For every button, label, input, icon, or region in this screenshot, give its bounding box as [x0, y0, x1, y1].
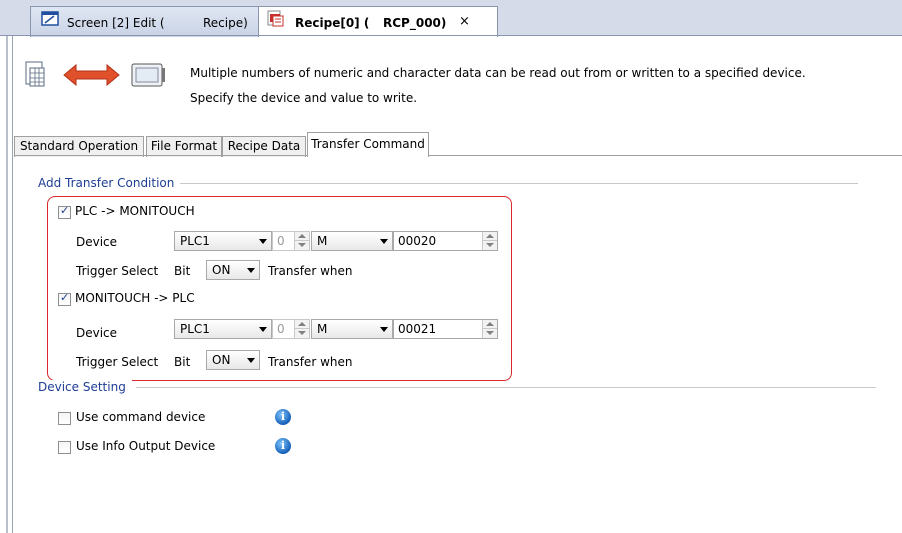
device-setting-heading: Device Setting [38, 380, 132, 394]
plc-select-1-value: PLC1 [180, 234, 210, 248]
chevron-down-icon [259, 327, 267, 332]
memory-select-1[interactable]: M [311, 231, 393, 251]
plc-select-1[interactable]: PLC1 [174, 231, 272, 251]
device-label-2: Device [76, 326, 118, 340]
tab-recipe-label: Recipe[0] ( [295, 16, 370, 30]
transfer-when-label-2: Transfer when [268, 355, 353, 369]
trigger-select-1[interactable]: ON [206, 260, 260, 280]
use-info-output-device-checkbox[interactable] [58, 441, 71, 454]
tab-screen-edit-label-suffix: Recipe) [203, 16, 248, 30]
tab-screen-edit-label: Screen [2] Edit ( [67, 16, 165, 30]
screen-edit-icon [41, 11, 59, 26]
info-icon[interactable]: i [275, 438, 291, 454]
group-divider-device-setting [136, 387, 876, 388]
monitouch-to-plc-label: MONITOUCH -> PLC [75, 291, 195, 305]
station-spinner-1: 0 [272, 231, 310, 251]
station-value-2: 0 [277, 322, 285, 336]
plc-select-2-value: PLC1 [180, 322, 210, 336]
address-spin-2[interactable] [482, 320, 497, 338]
tab-bar-baseline [14, 155, 902, 156]
plc-to-monitouch-label: PLC -> MONITOUCH [75, 204, 195, 218]
memory-select-2[interactable]: M [311, 319, 393, 339]
document-tab-strip: Screen [2] Edit ( Recipe) Recipe[0] ( RC… [0, 0, 902, 37]
description-line-2: Specify the device and value to write. [190, 91, 418, 105]
trigger-select-label-2: Trigger Select [76, 355, 159, 369]
highlight-frame [47, 196, 512, 381]
chevron-down-icon [380, 239, 388, 244]
spin-arrows-icon [294, 320, 309, 338]
tab-standard-operation[interactable]: Standard Operation [14, 136, 144, 157]
address-spin-1[interactable] [482, 232, 497, 250]
device-label-1: Device [76, 235, 118, 249]
spin-arrows-icon [294, 232, 309, 250]
transfer-when-label-1: Transfer when [268, 264, 353, 278]
trigger-select-2[interactable]: ON [206, 350, 260, 370]
info-icon[interactable]: i [275, 409, 291, 425]
trigger-select-1-value: ON [212, 263, 231, 277]
plc-select-2[interactable]: PLC1 [174, 319, 272, 339]
tab-screen-edit[interactable]: Screen [2] Edit ( Recipe) [30, 6, 262, 37]
memory-select-1-value: M [317, 234, 328, 248]
group-divider-add-transfer [170, 183, 858, 184]
memory-select-2-value: M [317, 322, 328, 336]
bit-label-1: Bit [174, 264, 191, 278]
header-illustration [25, 61, 165, 87]
use-command-device-checkbox[interactable] [58, 412, 71, 425]
chevron-down-icon [380, 327, 388, 332]
close-icon[interactable]: × [459, 14, 470, 29]
address-value-1: 00020 [398, 234, 437, 248]
tab-recipe-label-suffix: RCP_000) [383, 16, 447, 30]
chevron-down-icon [259, 239, 267, 244]
monitouch-to-plc-checkbox[interactable] [58, 291, 71, 306]
trigger-select-2-value: ON [212, 353, 231, 367]
description-line-1: Multiple numbers of numeric and characte… [190, 66, 806, 80]
recipe-tab-icon [267, 10, 284, 27]
screen-monitor-icon [131, 63, 165, 87]
tab-recipe-data[interactable]: Recipe Data [222, 136, 306, 157]
station-spinner-2: 0 [272, 319, 310, 339]
plc-to-monitouch-checkbox[interactable] [58, 204, 71, 219]
recipe-table-icon [25, 61, 45, 87]
address-input-2[interactable]: 00021 [393, 319, 498, 339]
chevron-down-icon [247, 358, 255, 363]
editor-left-border-inner [12, 36, 13, 533]
bit-label-2: Bit [174, 355, 191, 369]
bidirectional-arrow-icon [63, 63, 120, 87]
tab-strip-divider [0, 35, 902, 36]
address-value-2: 00021 [398, 322, 437, 336]
tab-file-format[interactable]: File Format [146, 136, 222, 157]
use-info-output-device-label: Use Info Output Device [76, 439, 216, 453]
chevron-down-icon [247, 268, 255, 273]
trigger-select-label-1: Trigger Select [76, 264, 159, 278]
tab-recipe[interactable]: Recipe[0] ( RCP_000) × [258, 6, 498, 37]
use-command-device-label: Use command device [76, 410, 206, 424]
station-value-1: 0 [277, 234, 285, 248]
tab-transfer-command[interactable]: Transfer Command [307, 132, 429, 157]
add-transfer-condition-heading: Add Transfer Condition [38, 176, 181, 190]
address-input-1[interactable]: 00020 [393, 231, 498, 251]
editor-left-border [6, 36, 8, 533]
